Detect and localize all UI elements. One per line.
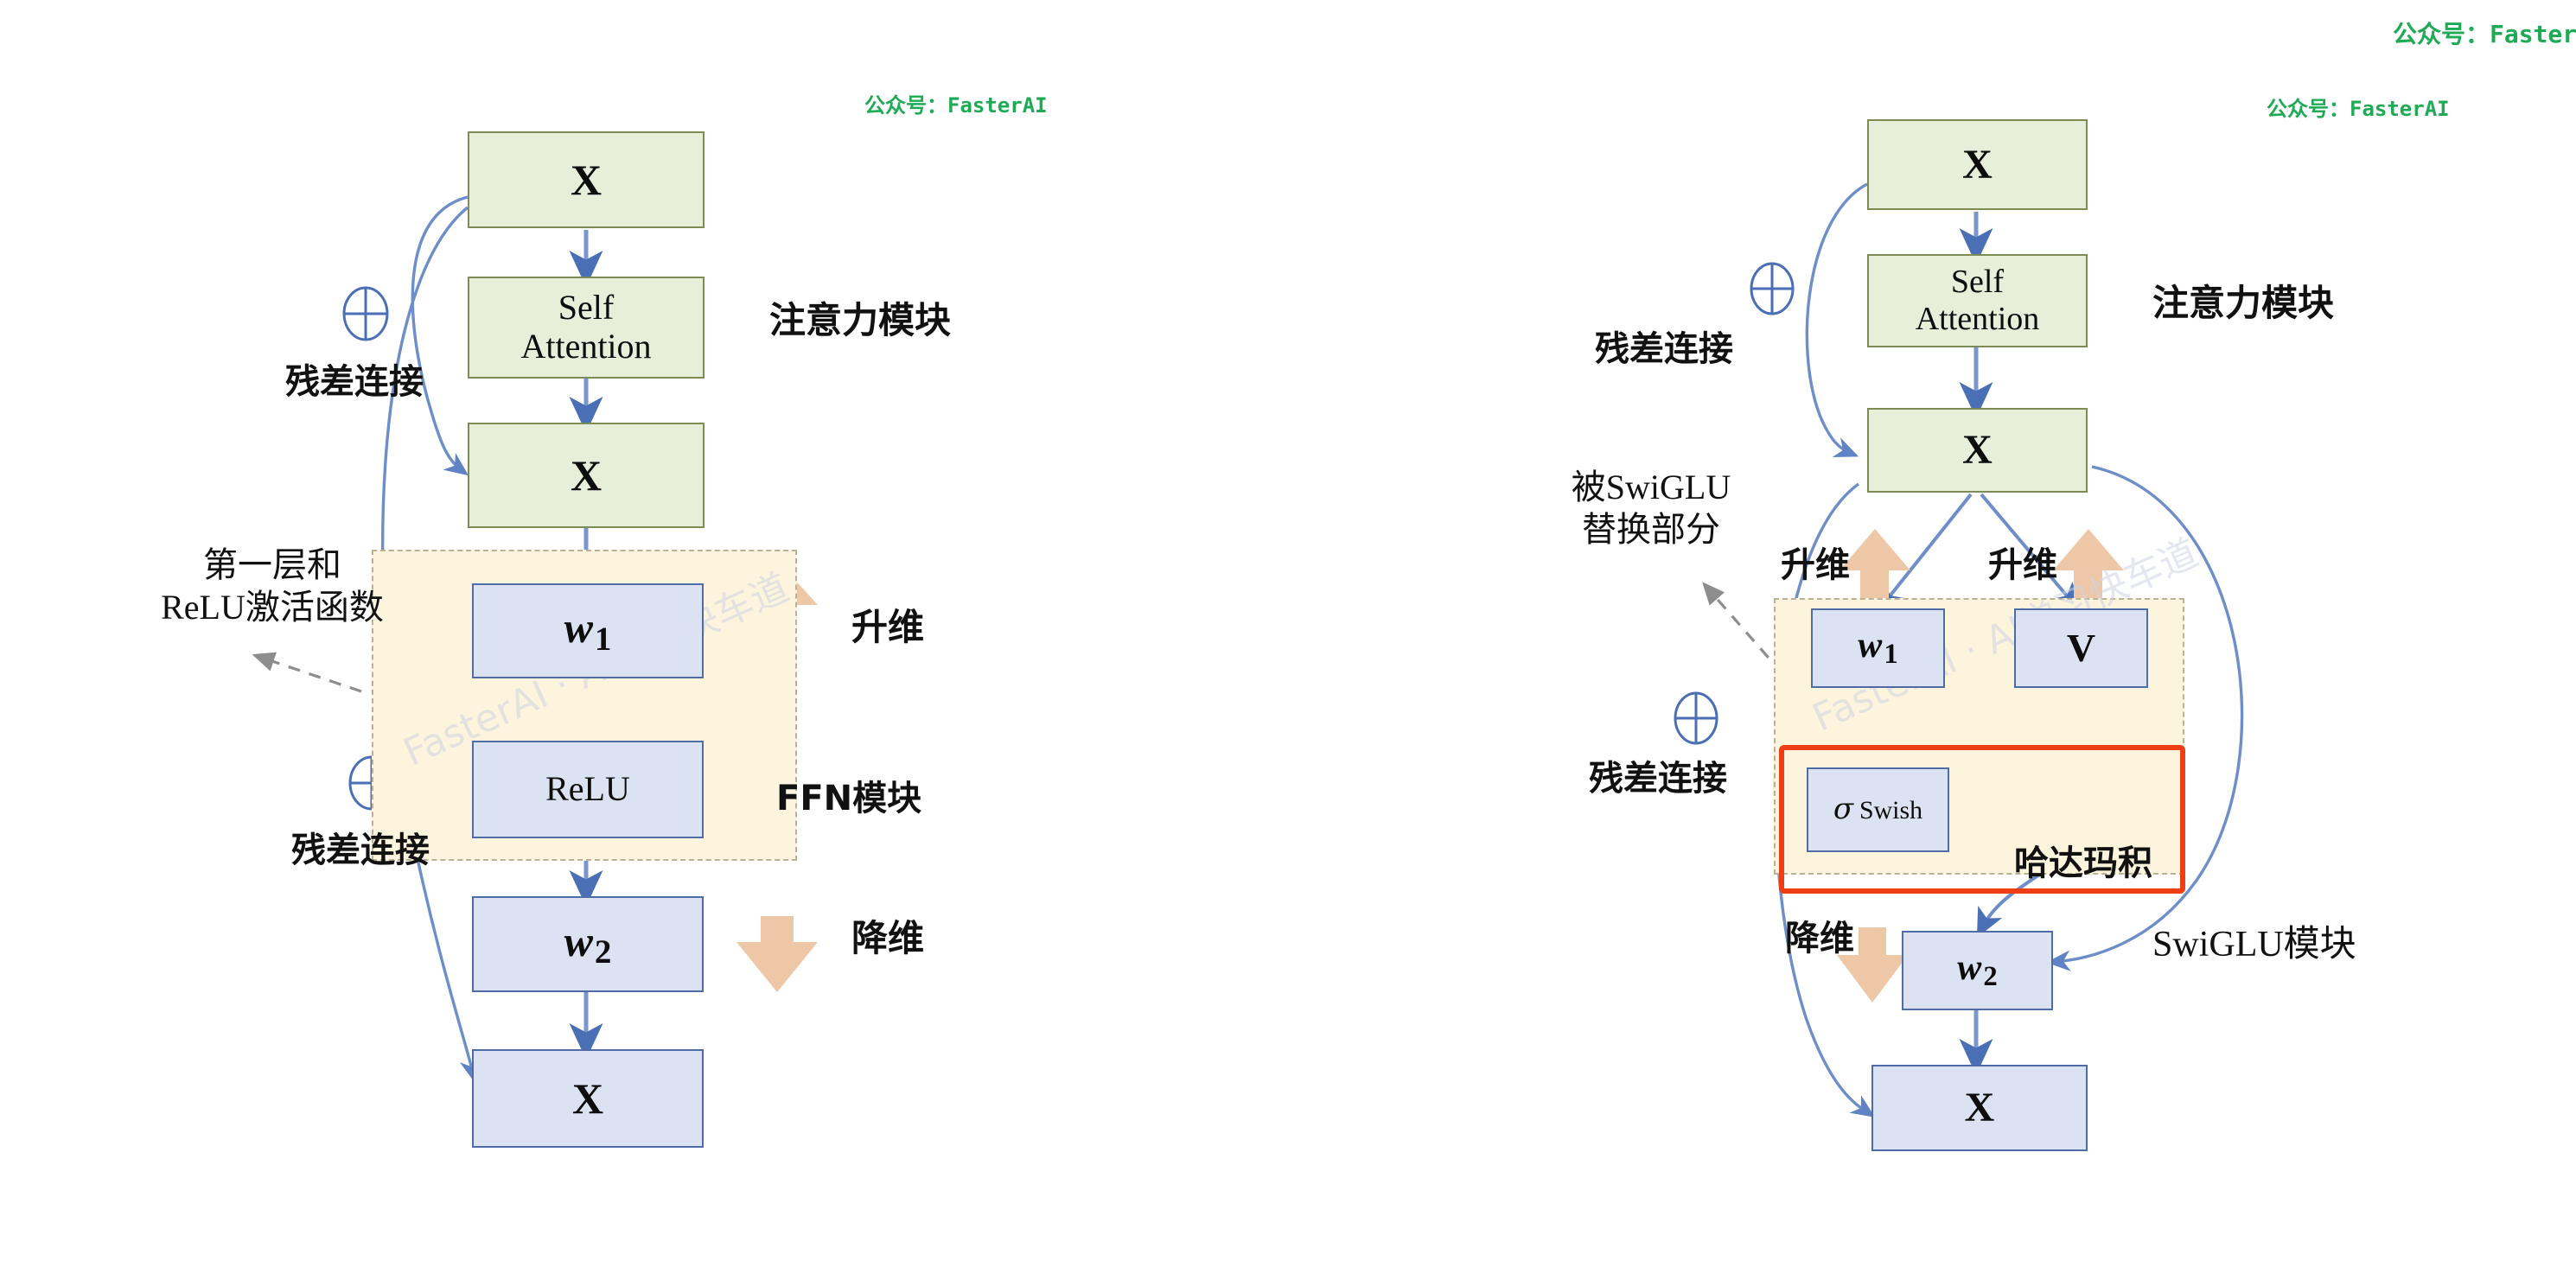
right-node-x-bottom-label: X: [1964, 1085, 1995, 1131]
left-label-first-layer-note: 第一层和 ReLU激活函数: [161, 545, 384, 627]
residual-add-icon-left-top: [342, 286, 389, 341]
right-node-self-attention-label: Self Attention: [1915, 264, 2040, 337]
left-label-up-projection: 升维: [851, 606, 925, 648]
right-node-w1-label: w1: [1858, 626, 1898, 671]
left-node-x-top: X: [468, 131, 705, 228]
right-node-swish: σ Swish: [1807, 767, 1949, 852]
right-node-w1: w1: [1811, 608, 1945, 688]
right-node-swish-label: σ Swish: [1833, 792, 1923, 827]
brand-watermark-top-right: 公众号：FasterAI: [2393, 20, 2576, 48]
left-label-residual-top: 残差连接: [285, 362, 424, 402]
right-node-x-top-label: X: [1962, 141, 1993, 188]
right-label-up-projection-right: 升维: [1988, 545, 2057, 585]
right-node-self-attention: Self Attention: [1867, 254, 2088, 347]
left-node-x-mid-label: X: [570, 451, 603, 500]
left-node-w1-label: w1: [564, 603, 612, 658]
right-label-replaced-note: 被SwiGLU 替换部分: [1571, 468, 1731, 549]
right-label-residual-top: 残差连接: [1595, 329, 1733, 369]
brand-watermark-right-panel: 公众号：FasterAI: [2267, 97, 2450, 121]
right-node-x-mid-label: X: [1962, 427, 1993, 474]
diagram-canvas: FasterAI · AI学习快车道 X SelfAttention X w1 …: [0, 0, 2576, 1286]
left-node-x-top-label: X: [570, 156, 603, 204]
right-node-w2-label: w2: [1957, 948, 1998, 993]
left-node-w2-label: w2: [564, 916, 612, 971]
residual-add-icon-right-bottom: [1674, 691, 1718, 745]
right-label-up-projection-left: 升维: [1781, 545, 1850, 585]
brand-watermark-left-panel: 公众号：FasterAI: [864, 93, 1048, 118]
left-node-relu: ReLU: [472, 741, 704, 838]
right-label-residual-bottom: 残差连接: [1589, 759, 1727, 799]
right-node-x-mid: X: [1867, 408, 2088, 493]
down-projection-arrow-left: [736, 916, 818, 992]
left-node-x-bottom: X: [472, 1049, 704, 1148]
right-label-attention-module: 注意力模块: [2152, 282, 2335, 324]
right-node-v-label: V: [2066, 626, 2096, 671]
residual-add-icon-right-top: [1750, 262, 1795, 315]
right-node-x-top: X: [1867, 119, 2088, 210]
left-label-residual-bottom: 残差连接: [291, 831, 430, 870]
right-node-x-bottom: X: [1871, 1065, 2088, 1151]
left-label-attention-module: 注意力模块: [769, 299, 952, 341]
left-label-down-projection: 降维: [851, 917, 925, 959]
left-node-self-attention: Self Attention: [468, 277, 705, 379]
left-node-w2: w2: [472, 896, 704, 992]
right-label-hadamard-product: 哈达玛积: [2014, 844, 2152, 883]
left-node-x-mid: X: [468, 423, 705, 528]
left-node-w1: w1: [472, 583, 704, 678]
left-node-relu-label: ReLU: [545, 769, 630, 809]
right-label-swiglu-module: SwiGLU模块: [2152, 925, 2356, 964]
left-node-self-attention-label: Self Attention: [520, 288, 652, 366]
left-node-x-bottom-label: X: [571, 1074, 604, 1123]
left-label-ffn-module: FFN模块: [776, 779, 922, 818]
right-label-down-projection: 降维: [1785, 919, 1854, 958]
right-node-v: V: [2014, 608, 2148, 688]
right-node-w2: w2: [1902, 931, 2053, 1010]
